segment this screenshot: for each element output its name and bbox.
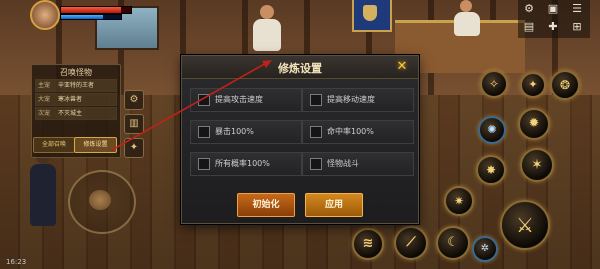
skill-button[interactable]: ≋ [352,228,384,260]
skill-button[interactable]: ❂ [550,70,580,100]
checkbox[interactable] [310,94,322,106]
top-right-toolbar: ⚙ ▣ ☰ ▤ ✚ ⊞ [518,0,590,38]
attack-button[interactable]: ⚔ [500,200,550,250]
summon-row-key: 主宠 [38,82,51,89]
checkbox[interactable] [198,158,210,170]
dialog-title: 修炼设置 [278,62,322,75]
summon-row[interactable]: 大宠 寒冰兽者 [35,93,117,106]
clock-time: 16:23 [6,258,27,266]
summon-row-value: 辛亚特的王者 [58,82,95,89]
summon-row-key: 大宠 [38,96,51,103]
summon-panel-title: 召唤怪物 [60,68,92,77]
summon-row[interactable]: 主宠 辛亚特的王者 [35,79,117,92]
skill-button[interactable]: ✹ [518,108,550,140]
training-settings-button[interactable]: 修炼设置 [74,137,117,153]
summon-row-value: 寒冰兽者 [58,96,83,103]
skill-button[interactable]: ✺ [478,116,506,144]
summon-row-key: 次宠 [38,110,51,117]
option-attack-speed[interactable]: 提高攻击速度 [190,88,302,112]
checkbox[interactable] [198,94,210,106]
map-icon[interactable]: ▣ [546,2,560,16]
dialog-header: 修炼设置 ✕ [182,56,418,79]
banner-emblem [363,5,377,21]
skill-button[interactable]: ⟋ [394,226,428,260]
option-monster-battle[interactable]: 怪物战斗 [302,152,414,176]
option-label: 提高攻击速度 [215,95,263,104]
option-all-rates[interactable]: 所有概率100% [190,152,302,176]
bag-icon[interactable]: ▤ [522,20,536,34]
player-avatar[interactable] [30,0,60,30]
option-move-speed[interactable]: 提高移动速度 [302,88,414,112]
skill-button[interactable]: ✶ [520,148,554,182]
summon-row[interactable]: 次宠 不灭城主 [35,107,117,120]
training-settings-dialog: 修炼设置 ✕ 提高攻击速度 提高移动速度 暴击100% 命中率100% 所有概率… [181,55,419,224]
checkbox[interactable] [198,126,210,138]
option-label: 命中率100% [327,127,374,136]
option-crit[interactable]: 暴击100% [190,120,302,144]
settings-icon[interactable]: ⚙ [522,2,536,16]
skill-button[interactable]: ✷ [444,186,474,216]
skill-button[interactable]: ✧ [480,70,508,98]
gear-icon[interactable]: ⚙ [124,90,144,110]
checkbox[interactable] [310,158,322,170]
option-label: 暴击100% [215,127,254,136]
plus-icon[interactable]: ✚ [546,20,560,34]
summon-row-value: 不灭城主 [58,110,83,117]
option-label: 怪物战斗 [327,159,359,168]
skill-button[interactable]: ✲ [472,236,498,262]
skill-button[interactable]: ✸ [476,155,506,185]
grid-icon[interactable]: ⊞ [570,20,584,34]
summon-all-button[interactable]: 全部召唤 [33,137,75,153]
menu-icon[interactable]: ☰ [570,2,584,16]
reset-button[interactable]: 初始化 [237,193,295,217]
close-icon[interactable]: ✕ [393,59,411,75]
skill-button[interactable]: ☾ [436,226,470,260]
apply-button[interactable]: 应用 [305,193,363,217]
joystick-knob[interactable] [89,190,111,210]
star-icon[interactable]: ✦ [124,138,144,158]
option-label: 提高移动速度 [327,95,375,104]
option-hit-rate[interactable]: 命中率100% [302,120,414,144]
hp-bar [60,6,132,14]
checkbox[interactable] [310,126,322,138]
option-label: 所有概率100% [215,159,270,168]
chart-icon[interactable]: ▥ [124,114,144,134]
skill-button[interactable]: ✦ [520,72,546,98]
mp-bar [60,14,122,20]
